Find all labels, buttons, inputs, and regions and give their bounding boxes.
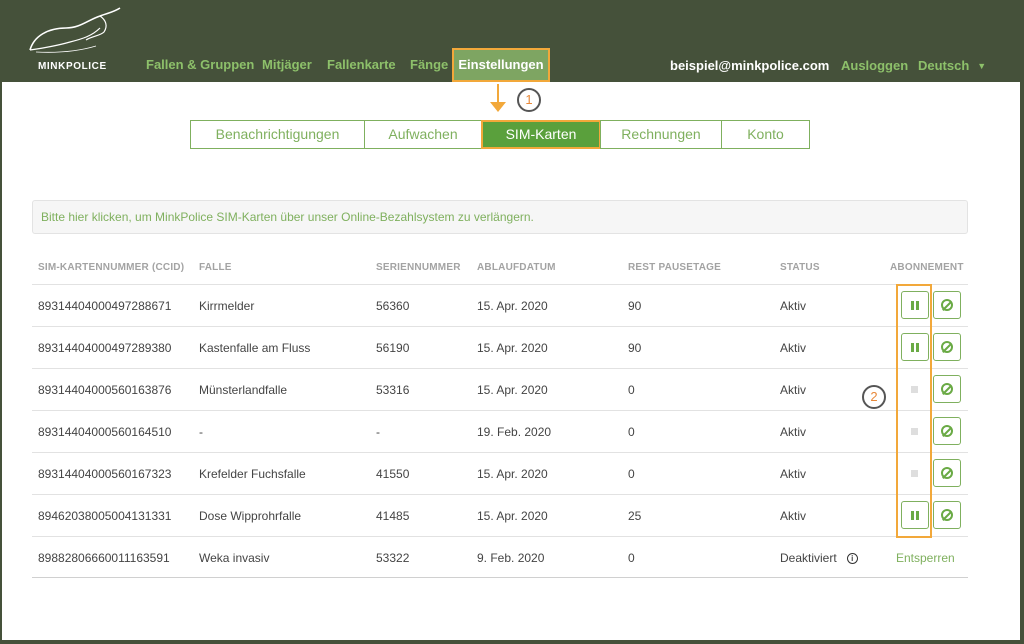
cell-ccid: 89314404000560163876: [38, 383, 172, 397]
cancel-subscription-button[interactable]: [933, 501, 961, 529]
table-row: 89314404000560164510 - - 19. Feb. 2020 0…: [32, 410, 968, 452]
cancel-subscription-button[interactable]: [933, 291, 961, 319]
cell-expiry: 9. Feb. 2020: [477, 551, 545, 565]
cell-trap: Dose Wipprohrfalle: [199, 509, 302, 523]
cell-ccid: 89314404000497288671: [38, 299, 172, 313]
cell-serial: 41485: [376, 509, 410, 523]
nav-item-fallenkarte[interactable]: Fallenkarte: [327, 48, 396, 82]
cell-pause-days: 90: [628, 341, 642, 355]
table-row: 89314404000560163876 Münsterlandfalle 53…: [32, 368, 968, 410]
cell-pause-days: 0: [628, 467, 635, 481]
logout-link[interactable]: Ausloggen: [841, 58, 908, 73]
col-header-status: STATUS: [780, 262, 820, 273]
tab-sim-karten[interactable]: SIM-Karten: [481, 120, 601, 149]
cell-serial: 53316: [376, 383, 410, 397]
annotation-step-1-badge: 1: [517, 88, 541, 112]
cell-status: Aktiv: [780, 509, 807, 523]
cancel-icon: [941, 299, 953, 311]
top-header: MINKPOLICE Fallen & Gruppen Mitjäger Fal…: [0, 0, 1024, 82]
col-header-serial: SERIENNUMMER: [376, 262, 461, 273]
cell-trap: Münsterlandfalle: [199, 383, 288, 397]
cell-status: Aktiv: [780, 299, 807, 313]
cell-ccid: 89314404000560167323: [38, 467, 172, 481]
cell-status: Aktiv: [780, 341, 807, 355]
cell-expiry: 15. Apr. 2020: [477, 467, 548, 481]
table-row: 89462038005004131331 Dose Wipprohrfalle …: [32, 494, 968, 536]
nav-item-fallen-gruppen[interactable]: Fallen & Gruppen: [146, 48, 254, 82]
minkpolice-logo[interactable]: MINKPOLICE: [24, 6, 124, 78]
cell-pause-days: 90: [628, 299, 642, 313]
cell-trap: Kastenfalle am Fluss: [199, 341, 311, 355]
cell-ccid: 89314404000497289380: [38, 341, 172, 355]
cell-pause-days: 0: [628, 425, 635, 439]
user-email[interactable]: beispiel@minkpolice.com: [670, 58, 829, 73]
status-text: Deaktiviert: [780, 551, 837, 565]
cell-trap: Krefelder Fuchsfalle: [199, 467, 306, 481]
cell-serial: 56360: [376, 299, 410, 313]
col-header-trap: FALLE: [199, 262, 232, 273]
language-dropdown[interactable]: Deutsch ▼: [918, 58, 986, 73]
table-row: 89314404000497289380 Kastenfalle am Flus…: [32, 326, 968, 368]
cell-serial: 53322: [376, 551, 410, 565]
cancel-subscription-button[interactable]: [933, 333, 961, 361]
cell-expiry: 15. Apr. 2020: [477, 299, 548, 313]
cell-status: Aktiv: [780, 383, 807, 397]
cancel-subscription-button[interactable]: [933, 417, 961, 445]
annotation-arrow-down-icon: [490, 102, 506, 112]
cell-pause-days: 25: [628, 509, 642, 523]
cell-trap: Weka invasiv: [199, 551, 270, 565]
table-row: 89314404000560167323 Krefelder Fuchsfall…: [32, 452, 968, 494]
cancel-icon: [941, 509, 953, 521]
cell-ccid: 89314404000560164510: [38, 425, 172, 439]
settings-panel: 1 Benachrichtigungen Aufwachen SIM-Karte…: [2, 82, 1020, 640]
brand-name: MINKPOLICE: [38, 61, 107, 72]
nav-item-mitjaeger[interactable]: Mitjäger: [262, 48, 312, 82]
cell-ccid: 89882806660011163591: [38, 551, 170, 565]
annotation-highlight-box: [896, 284, 932, 538]
tab-benachrichtigungen[interactable]: Benachrichtigungen: [190, 120, 365, 149]
caret-down-icon: ▼: [977, 61, 987, 71]
cell-status: Deaktiviert i: [780, 551, 858, 565]
tab-rechnungen[interactable]: Rechnungen: [600, 120, 722, 149]
col-header-expiry: ABLAUFDATUM: [477, 262, 556, 273]
tab-aufwachen[interactable]: Aufwachen: [364, 120, 482, 149]
mink-logo-icon: [29, 7, 121, 53]
cell-pause-days: 0: [628, 383, 635, 397]
cancel-subscription-button[interactable]: [933, 375, 961, 403]
table-row: 89314404000497288671 Kirrmelder 56360 15…: [32, 284, 968, 326]
cell-trap: -: [199, 425, 203, 439]
renewal-banner-link[interactable]: Bitte hier klicken, um MinkPolice SIM-Ka…: [32, 200, 968, 234]
col-header-ccid: SIM-KARTENNUMMER (CCID): [38, 262, 185, 273]
info-icon[interactable]: i: [846, 553, 858, 564]
annotation-step-2-badge: 2: [862, 385, 886, 409]
cell-ccid: 89462038005004131331: [38, 509, 172, 523]
cancel-icon: [941, 383, 953, 395]
cancel-icon: [941, 425, 953, 437]
cell-expiry: 15. Apr. 2020: [477, 509, 548, 523]
unlock-link[interactable]: Entsperren: [896, 551, 955, 565]
col-header-subscription: ABONNEMENT: [890, 262, 964, 273]
cell-expiry: 15. Apr. 2020: [477, 383, 548, 397]
language-label: Deutsch: [918, 58, 970, 73]
cell-status: Aktiv: [780, 467, 807, 481]
cell-trap: Kirrmelder: [199, 299, 255, 313]
cancel-subscription-button[interactable]: [933, 459, 961, 487]
cell-expiry: 19. Feb. 2020: [477, 425, 552, 439]
cancel-icon: [941, 467, 953, 479]
cell-pause-days: 0: [628, 551, 635, 565]
nav-item-faenge[interactable]: Fänge: [410, 48, 448, 82]
col-header-pause-days: REST PAUSETAGE: [628, 262, 721, 273]
cell-serial: -: [376, 425, 380, 439]
table-row: 89882806660011163591 Weka invasiv 53322 …: [32, 536, 968, 578]
nav-item-einstellungen[interactable]: Einstellungen: [452, 48, 550, 82]
cell-expiry: 15. Apr. 2020: [477, 341, 548, 355]
cell-status: Aktiv: [780, 425, 807, 439]
cell-serial: 41550: [376, 467, 410, 481]
tab-konto[interactable]: Konto: [721, 120, 810, 149]
cancel-icon: [941, 341, 953, 353]
cell-serial: 56190: [376, 341, 410, 355]
